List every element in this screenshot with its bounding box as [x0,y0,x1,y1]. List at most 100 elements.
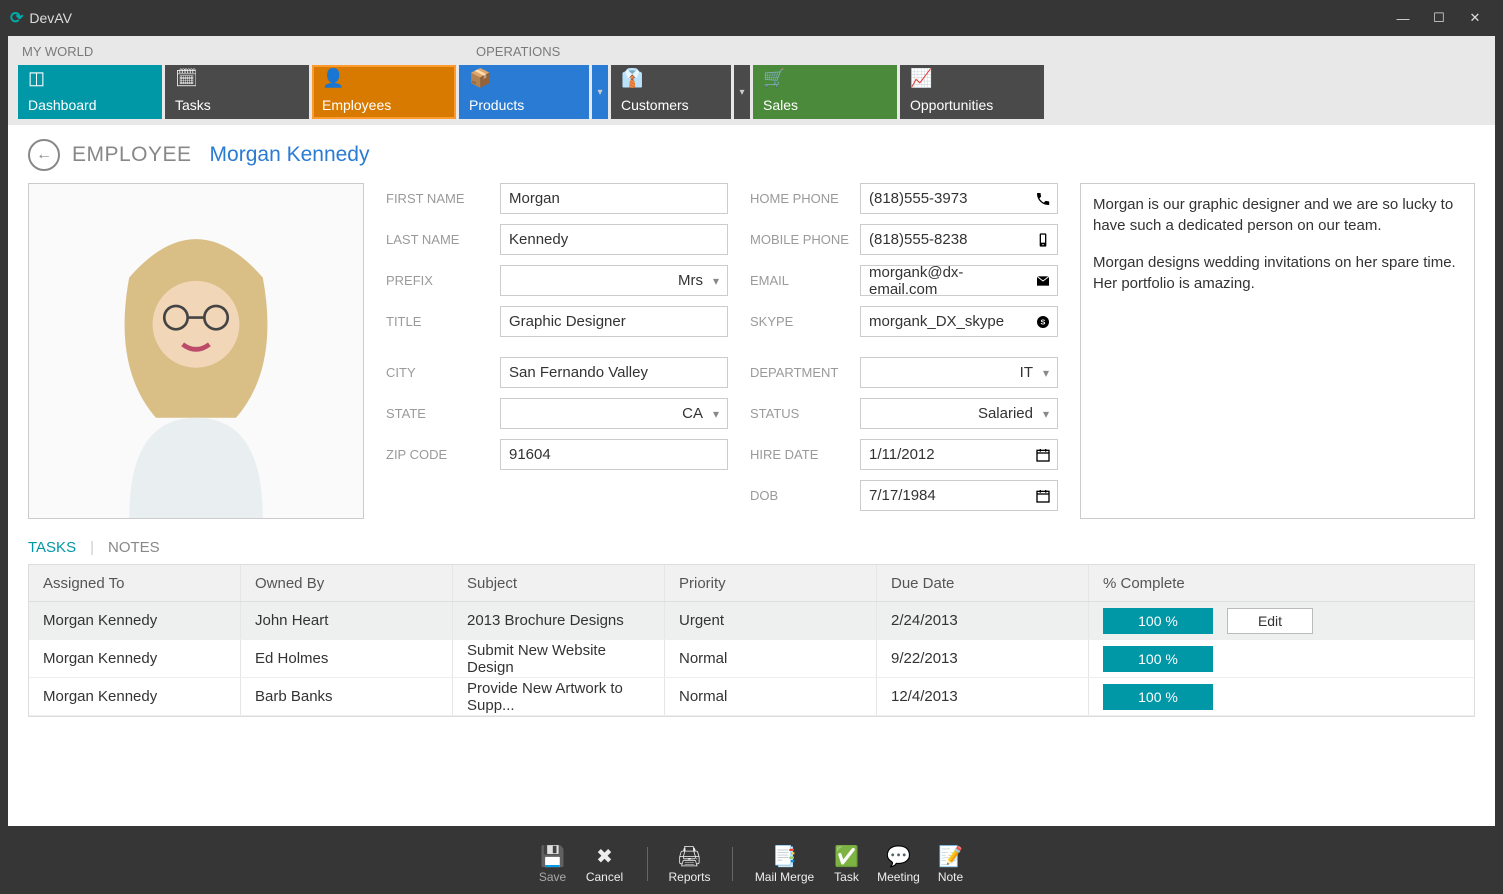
page-kind-label: EMPLOYEE [72,143,192,167]
tile-dashboard[interactable]: ◫Dashboard [18,65,162,119]
printer-icon: 🖨 [677,844,702,868]
notes-p1: Morgan is our graphic designer and we ar… [1093,194,1462,236]
tasks-grid: Assigned To Owned By Subject Priority Du… [28,564,1475,717]
footer-cancel-button[interactable]: ✖Cancel [579,844,631,884]
home-phone-input[interactable]: (818)555-3973 [860,183,1058,214]
pct-badge: 100 % [1103,608,1213,634]
mobile-phone-label: MOBILE PHONE [750,232,860,247]
pct-badge: 100 % [1103,684,1213,710]
first-name-input[interactable]: Morgan [500,183,728,214]
subtabs: TASKS | NOTES [28,539,1475,556]
col-assigned[interactable]: Assigned To [29,565,241,601]
app-title: DevAV [29,10,72,26]
first-name-label: FIRST NAME [386,191,500,206]
window-close-button[interactable]: ✕ [1457,10,1493,26]
tab-notes[interactable]: NOTES [108,539,160,556]
title-input[interactable]: Graphic Designer [500,306,728,337]
tile-tasks[interactable]: 🗓Tasks [165,65,309,119]
state-select[interactable]: CA [500,398,728,429]
meeting-icon: 💬 [886,844,911,868]
tile-sales[interactable]: 🛒Sales [753,65,897,119]
col-pct[interactable]: % Complete [1089,565,1474,601]
col-priority[interactable]: Priority [665,565,877,601]
department-select[interactable]: IT [860,357,1058,388]
col-subject[interactable]: Subject [453,565,665,601]
back-button[interactable]: ← [28,139,60,171]
city-label: CITY [386,365,500,380]
status-select[interactable]: Salaried [860,398,1058,429]
calendar-icon: 🗓 [175,69,299,87]
window-minimize-button[interactable]: — [1385,11,1421,26]
home-phone-label: HOME PHONE [750,191,860,206]
last-name-label: LAST NAME [386,232,500,247]
box-icon: 📦 [469,69,579,87]
hire-date-input[interactable]: 1/11/2012 [860,439,1058,470]
tile-customers[interactable]: 👔Customers [611,65,731,119]
ribbon: MY WORLD OPERATIONS ◫Dashboard 🗓Tasks 👤E… [8,36,1495,125]
tile-employees[interactable]: 👤Employees [312,65,456,119]
footer-task-button[interactable]: ✅Task [821,844,873,884]
notes-p2: Morgan designs wedding invitations on he… [1093,252,1462,294]
skype-input[interactable]: morgank_DX_skypeS [860,306,1058,337]
calendar-icon[interactable] [1035,488,1051,504]
save-icon: 💾 [540,844,565,868]
footer-note-button[interactable]: 📝Note [925,844,977,884]
calendar-icon[interactable] [1035,447,1051,463]
page-header: ← EMPLOYEE Morgan Kennedy [28,139,1475,171]
hire-date-label: HIRE DATE [750,447,860,462]
footer-mailmerge-button[interactable]: 📑Mail Merge [749,844,821,884]
edit-button[interactable]: Edit [1227,608,1313,634]
dob-label: DOB [750,488,860,503]
skype-icon: S [1035,314,1051,330]
footer-toolbar: 💾Save ✖Cancel 🖨Reports 📑Mail Merge ✅Task… [0,834,1503,894]
email-label: EMAIL [750,273,860,288]
table-row[interactable]: Morgan KennedyJohn Heart2013 Brochure De… [29,602,1474,640]
dashboard-icon: ◫ [28,69,152,87]
ribbon-section-operations: OPERATIONS [472,44,560,59]
dob-input[interactable]: 7/17/1984 [860,480,1058,511]
tile-opportunities[interactable]: 📈Opportunities [900,65,1044,119]
state-label: STATE [386,406,500,421]
table-row[interactable]: Morgan KennedyBarb BanksProvide New Artw… [29,678,1474,716]
chart-icon: 📈 [910,69,1034,87]
cancel-icon: ✖ [596,844,613,868]
person-icon: 👤 [322,69,446,87]
window-maximize-button[interactable]: ☐ [1421,10,1457,26]
prefix-select[interactable]: Mrs [500,265,728,296]
mobile-phone-input[interactable]: (818)555-8238 [860,224,1058,255]
last-name-input[interactable]: Kennedy [500,224,728,255]
mobile-icon [1035,232,1051,248]
skype-label: SKYPE [750,314,860,329]
task-icon: ✅ [834,844,859,868]
grid-header-row: Assigned To Owned By Subject Priority Du… [29,564,1474,602]
col-due[interactable]: Due Date [877,565,1089,601]
table-row[interactable]: Morgan KennedyEd HolmesSubmit New Websit… [29,640,1474,678]
tile-products-dropdown[interactable]: ▾ [592,65,608,119]
mail-icon [1035,273,1051,289]
footer-reports-button[interactable]: 🖨Reports [664,844,716,884]
prefix-label: PREFIX [386,273,500,288]
status-label: STATUS [750,406,860,421]
pct-badge: 100 % [1103,646,1213,672]
zip-input[interactable]: 91604 [500,439,728,470]
employee-notes[interactable]: Morgan is our graphic designer and we ar… [1080,183,1475,519]
employee-photo [28,183,364,519]
titlebar: ⟳ DevAV — ☐ ✕ [0,0,1503,36]
zip-label: ZIP CODE [386,447,500,462]
title-label: TITLE [386,314,500,329]
note-icon: 📝 [938,844,963,868]
svg-text:S: S [1041,317,1046,326]
footer-meeting-button[interactable]: 💬Meeting [873,844,925,884]
department-label: DEPARTMENT [750,365,860,380]
col-owned[interactable]: Owned By [241,565,453,601]
tile-products[interactable]: 📦Products [459,65,589,119]
email-input[interactable]: morgank@dx-email.com [860,265,1058,296]
app-logo-icon: ⟳ [10,8,23,28]
tab-tasks[interactable]: TASKS [28,539,76,556]
tile-customers-dropdown[interactable]: ▾ [734,65,750,119]
page-title: Morgan Kennedy [210,143,370,167]
footer-save-button[interactable]: 💾Save [527,844,579,884]
city-input[interactable]: San Fernando Valley [500,357,728,388]
cart-icon: 🛒 [763,69,887,87]
tie-icon: 👔 [621,69,721,87]
